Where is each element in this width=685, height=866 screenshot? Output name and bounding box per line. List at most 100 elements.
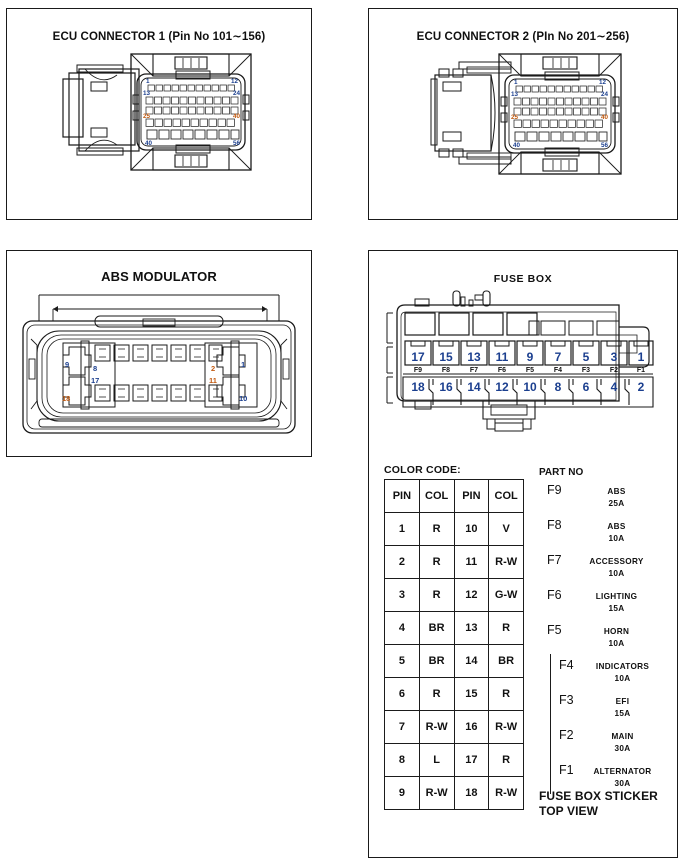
color-code-col: BR: [488, 644, 524, 678]
color-code-header-1: COL: [418, 479, 455, 513]
fuse-pin-bottom: 18: [411, 380, 425, 394]
color-code-pin: 7: [384, 710, 420, 744]
color-code-col: R: [488, 611, 524, 645]
color-code-pin: 16: [453, 710, 490, 744]
fuse-pin-bottom: 16: [439, 380, 453, 394]
part-no-amps: 10A: [608, 568, 625, 578]
color-code-col: R-W: [418, 710, 455, 744]
color-code-col: R-W: [418, 776, 455, 810]
color-code-header-2: PIN: [453, 479, 490, 513]
table-row: 9 R-W 18 R-W: [384, 776, 524, 810]
svg-text:1: 1: [241, 360, 245, 369]
color-code-pin: 10: [453, 512, 490, 546]
svg-text:24: 24: [233, 90, 241, 97]
table-row: F4 INDICATORS 10A: [539, 654, 664, 689]
part-no-desc: ABS 25A: [573, 486, 660, 510]
svg-text:40: 40: [145, 140, 153, 147]
part-no-amps: 10A: [608, 638, 625, 648]
part-no-row-F4: F4 INDICATORS 10A: [539, 654, 664, 689]
svg-text:17: 17: [91, 376, 99, 385]
svg-text:56: 56: [233, 140, 241, 147]
fuse-box-sticker-note: FUSE BOX STICKER TOP VIEW: [539, 789, 658, 818]
color-code-pin: 1: [384, 512, 420, 546]
color-code-col: BR: [418, 611, 455, 645]
svg-text:12: 12: [231, 78, 239, 85]
panel-fuse-box-and-tables: FUSE BOX 17 15 13 11 9 7 5 3 1 F9 F8 F7 …: [368, 250, 678, 858]
part-no-desc: INDICATORS 10A: [585, 661, 660, 685]
fuse-pin-bottom: 14: [467, 380, 481, 394]
ecu-connector-2-drawing: 1 12 13 24 25 40 40 56: [421, 49, 633, 197]
fuse-box-title: FUSE BOX: [493, 273, 553, 285]
svg-text:12: 12: [599, 79, 607, 86]
svg-text:13: 13: [511, 91, 519, 98]
table-row: F6 LIGHTING 15A: [539, 584, 664, 619]
table-row: 7 R-W 16 R-W: [384, 710, 524, 744]
panel-ecu-connector-1: ECU CONNECTOR 1 (Pin No 101∼156) 1 12 13…: [6, 8, 312, 220]
part-no-row-F5: F5 HORN 10A: [539, 619, 664, 654]
color-code-col: BR: [418, 644, 455, 678]
svg-text:18: 18: [62, 394, 70, 403]
fuse-pin-top: 1: [638, 350, 645, 364]
color-code-col: R-W: [488, 545, 524, 579]
part-no-id: F2: [559, 728, 574, 742]
part-no-id: F3: [559, 693, 574, 707]
part-no-name: MAIN: [611, 732, 634, 741]
table-row: F2 MAIN 30A: [539, 724, 664, 759]
part-no-row-F2: F2 MAIN 30A: [539, 724, 664, 759]
table-row: F7 ACCESSORY 10A: [539, 549, 664, 584]
part-no-desc: ABS 10A: [573, 521, 660, 545]
part-no-amps: 30A: [614, 743, 631, 753]
part-no-id: F8: [547, 518, 562, 532]
fuse-pin-bottom: 12: [495, 380, 509, 394]
part-no-desc: HORN 10A: [573, 626, 660, 650]
fuse-label: F4: [554, 367, 562, 374]
part-no-name: INDICATORS: [595, 662, 650, 671]
part-no-desc: EFI 15A: [585, 696, 660, 720]
color-code-header-row: PIN COL PIN COL: [384, 479, 524, 513]
color-code-col: R: [418, 677, 455, 711]
color-code-col: R: [488, 677, 524, 711]
fuse-pin-bottom: 4: [611, 380, 618, 394]
color-code-table: PIN COL PIN COL 1 R 10 V 2 R 11 R-W 3 R 12 G-W 4 BR 13 R 5 B…: [384, 479, 524, 810]
color-code-col: R-W: [488, 710, 524, 744]
color-code-pin: 13: [453, 611, 490, 645]
part-no-id: F5: [547, 623, 562, 637]
part-no-row-F8: F8 ABS 10A: [539, 514, 664, 549]
color-code-col: G-W: [488, 578, 524, 612]
color-code-pin: 9: [384, 776, 420, 810]
part-no-desc: LIGHTING 15A: [573, 591, 660, 615]
svg-text:8: 8: [93, 364, 97, 373]
color-code-col: R: [418, 545, 455, 579]
sticker-note-line1: FUSE BOX STICKER: [539, 789, 658, 803]
color-code-pin: 6: [384, 677, 420, 711]
svg-text:11: 11: [209, 376, 217, 385]
panel-ecu-connector-2: ECU CONNECTOR 2 (PIn No 201∼256) 1 12 13…: [368, 8, 678, 220]
part-no-name: ACCESSORY: [589, 557, 644, 566]
part-no-id: F1: [559, 763, 574, 777]
fuse-pin-top: 11: [496, 350, 509, 364]
part-no-amps: 15A: [608, 603, 625, 613]
svg-text:1: 1: [514, 79, 518, 86]
fuse-label: F8: [442, 367, 450, 374]
part-no-row-F9: F9 ABS 25A: [539, 479, 664, 514]
part-no-desc: ALTERNATOR 30A: [585, 766, 660, 790]
ecu-connector-1-drawing: 1 12 13 24 25 40 40 56: [57, 49, 267, 194]
color-code-pin: 18: [453, 776, 490, 810]
panel-abs-modulator: ABS MODULATOR 9 18 8 17 2 11 1 10: [6, 250, 312, 457]
table-row: 4 BR 13 R: [384, 611, 524, 645]
fuse-pin-bottom: 10: [523, 380, 537, 394]
table-row: 1 R 10 V: [384, 512, 524, 546]
part-no-name: LIGHTING: [595, 592, 638, 601]
color-code-col: R: [418, 512, 455, 546]
svg-text:25: 25: [143, 113, 151, 120]
table-row: F5 HORN 10A: [539, 619, 664, 654]
fuse-pin-top: 3: [611, 350, 618, 364]
part-no-amps: 10A: [608, 533, 625, 543]
color-code-pin: 11: [453, 545, 490, 579]
part-no-desc: ACCESSORY 10A: [573, 556, 660, 580]
fuse-label: F6: [498, 367, 506, 374]
part-no-id: F9: [547, 483, 562, 497]
svg-text:9: 9: [65, 360, 69, 369]
part-no-name: ABS: [607, 487, 626, 496]
svg-text:2: 2: [211, 364, 215, 373]
